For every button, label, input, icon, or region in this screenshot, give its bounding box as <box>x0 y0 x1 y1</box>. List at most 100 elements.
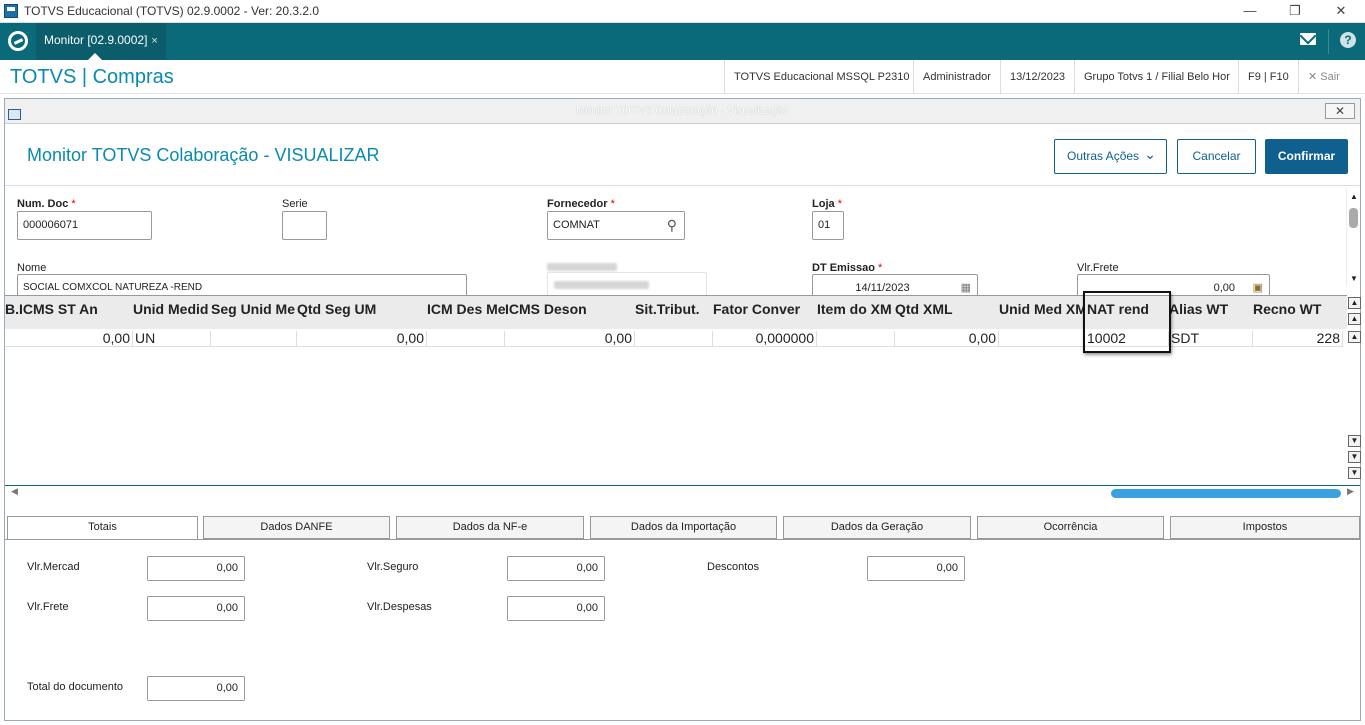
mail-icon[interactable] <box>1300 33 1316 45</box>
totais-panel: Vlr.Mercad 0,00 Vlr.Seguro 0,00 Desconto… <box>5 539 1360 721</box>
cancel-button[interactable]: Cancelar <box>1177 139 1256 174</box>
minimize-icon[interactable]: — <box>1238 2 1262 20</box>
exit-icon: ✕ <box>1308 71 1321 83</box>
scroll-bottom-icon[interactable]: ▼ <box>1348 467 1361 479</box>
col-header[interactable]: Sit.Tribut. <box>635 296 713 330</box>
scroll-down-icon[interactable]: ▼ <box>1350 274 1358 283</box>
exit-button[interactable]: ✕ Sair <box>1298 60 1349 94</box>
table-cell: 228 <box>1253 331 1343 347</box>
scroll-page-down-icon[interactable]: ▼ <box>1348 451 1361 463</box>
vlr-mercad-field[interactable]: 0,00 <box>147 556 245 581</box>
scroll-thumb[interactable] <box>1349 208 1358 228</box>
totais-vlr-frete-label: Vlr.Frete <box>27 601 69 613</box>
dt-emissao-label: DT Emissao * <box>812 262 883 274</box>
vlr-seguro-field[interactable]: 0,00 <box>507 556 605 581</box>
grid-vscroll[interactable]: ▲ ▲ ▲ ▼ ▼ ▼ <box>1348 295 1361 485</box>
totais-vlr-frete-field[interactable]: 0,00 <box>147 596 245 621</box>
col-header[interactable]: Qtd XML <box>895 296 999 330</box>
table-cell <box>817 331 895 347</box>
other-actions-label: Outras Ações <box>1067 149 1140 163</box>
col-header[interactable]: Qtd Seg UM <box>297 296 427 330</box>
tab-dados-danfe[interactable]: Dados DANFE <box>203 516 390 539</box>
tab-ocorrencia[interactable]: Ocorrência <box>977 516 1164 539</box>
serie-field[interactable] <box>282 211 327 240</box>
col-header[interactable]: ICMS Deson <box>505 296 635 330</box>
table-cell: SDT <box>1169 331 1253 347</box>
other-actions-button[interactable]: Outras Ações ⌄ <box>1054 139 1167 174</box>
col-header[interactable]: Seg Unid Me <box>211 296 297 330</box>
descontos-label: Descontos <box>707 561 759 573</box>
table-cell: UN <box>133 331 211 347</box>
help-icon[interactable]: ? <box>1340 32 1356 48</box>
vlr-frete-value: 0,00 <box>1213 282 1235 294</box>
tab-dados-importacao[interactable]: Dados da Importação <box>590 516 777 539</box>
highlight-box <box>1083 291 1171 353</box>
monitor-dialog: Monitor TOTVS Colaboração - Visualização… <box>4 98 1361 721</box>
col-header[interactable]: Item do XM <box>817 296 895 330</box>
total-documento-field[interactable]: 0,00 <box>147 676 245 701</box>
num-doc-field[interactable]: 000006071 <box>17 211 152 240</box>
items-grid: B.ICMS ST An Unid Medid Seg Unid Me Qtd … <box>5 291 1361 485</box>
dialog-title: Monitor TOTVS Colaboração - Visualização <box>576 105 789 117</box>
nome-field[interactable]: SOCIAL COMXCOL NATUREZA -REND <box>17 274 467 295</box>
tab-monitor-label: Monitor [02.9.0002] <box>44 33 148 47</box>
scroll-up-icon[interactable]: ▲ <box>1348 331 1361 343</box>
blurred-label <box>547 263 617 271</box>
shortcut-info[interactable]: F9 | F10 <box>1238 60 1298 94</box>
totvs-logo-icon[interactable] <box>8 31 28 51</box>
app-header: TOTVS | Compras TOTVS Educacional MSSQL … <box>0 60 1365 94</box>
col-header[interactable]: Unid Med XM <box>999 296 1085 330</box>
scroll-right-icon[interactable]: ▶ <box>1347 486 1354 497</box>
col-header[interactable]: B.ICMS ST An <box>5 296 133 330</box>
table-cell <box>999 331 1085 347</box>
nome-label: Nome <box>17 262 47 274</box>
chevron-down-icon: ⌄ <box>1144 146 1156 162</box>
brand-title: TOTVS | Compras <box>10 66 174 88</box>
tab-close-icon[interactable]: × <box>151 35 157 47</box>
window-title: TOTVS Educacional (TOTVS) 02.9.0002 - Ve… <box>24 4 320 18</box>
serie-label: Serie <box>282 198 308 210</box>
col-header[interactable]: Alias WT <box>1169 296 1253 330</box>
vlr-despesas-field[interactable]: 0,00 <box>507 596 605 621</box>
vlr-seguro-label: Vlr.Seguro <box>367 561 419 573</box>
descontos-field[interactable]: 0,00 <box>867 556 965 581</box>
search-icon[interactable]: ⚲ <box>667 212 677 238</box>
form-scrollbar[interactable]: ▲ ▼ <box>1346 188 1360 286</box>
form-area: Num. Doc * 000006071 Serie Fornecedor * … <box>5 185 1360 295</box>
loja-field[interactable]: 01 <box>812 211 844 240</box>
col-header[interactable]: Recno WT <box>1253 296 1343 330</box>
col-header[interactable]: Unid Medid <box>133 296 211 330</box>
confirm-button[interactable]: Confirmar <box>1265 139 1348 174</box>
fornecedor-field[interactable]: COMNAT ⚲ <box>547 211 685 240</box>
table-cell <box>211 331 297 347</box>
table-cell: 0,00 <box>5 331 133 347</box>
hscroll-thumb[interactable] <box>1111 489 1341 498</box>
table-cell <box>635 331 713 347</box>
scroll-down-icon[interactable]: ▼ <box>1348 435 1361 447</box>
col-header[interactable]: Fator Conver <box>713 296 817 330</box>
calendar-icon[interactable]: ▦ <box>961 275 971 295</box>
page-title: Monitor TOTVS Colaboração - VISUALIZAR <box>27 145 380 165</box>
dt-emissao-field[interactable]: 14/11/2023 ▦ <box>812 274 978 295</box>
tab-dados-nfe[interactable]: Dados da NF-e <box>396 516 584 539</box>
tab-totais[interactable]: Totais <box>7 516 198 540</box>
close-window-icon[interactable]: ✕ <box>1329 2 1353 20</box>
restore-icon[interactable]: ❐ <box>1283 2 1307 20</box>
dialog-close-button[interactable]: ✕ <box>1325 103 1355 119</box>
table-cell <box>427 331 505 347</box>
company-info[interactable]: Grupo Totvs 1 / Filial Belo Hor <box>1074 60 1239 94</box>
scroll-top-icon[interactable]: ▲ <box>1348 297 1361 309</box>
col-header[interactable]: ICM Des Me <box>427 296 505 330</box>
divider <box>1328 29 1329 54</box>
app-icon <box>4 4 18 18</box>
scroll-page-up-icon[interactable]: ▲ <box>1348 313 1361 325</box>
tab-dados-geracao[interactable]: Dados da Geração <box>783 516 971 539</box>
scroll-left-icon[interactable]: ◀ <box>11 486 18 497</box>
blurred-value <box>554 281 649 289</box>
window-titlebar: TOTVS Educacional (TOTVS) 02.9.0002 - Ve… <box>0 0 1365 23</box>
tab-impostos[interactable]: Impostos <box>1170 516 1360 539</box>
dialog-titlebar: Monitor TOTVS Colaboração - Visualização… <box>5 99 1360 124</box>
scroll-up-icon[interactable]: ▲ <box>1350 192 1358 201</box>
table-cell: 0,00 <box>505 331 635 347</box>
grid-hscroll[interactable]: ◀ ▶ <box>5 485 1360 498</box>
